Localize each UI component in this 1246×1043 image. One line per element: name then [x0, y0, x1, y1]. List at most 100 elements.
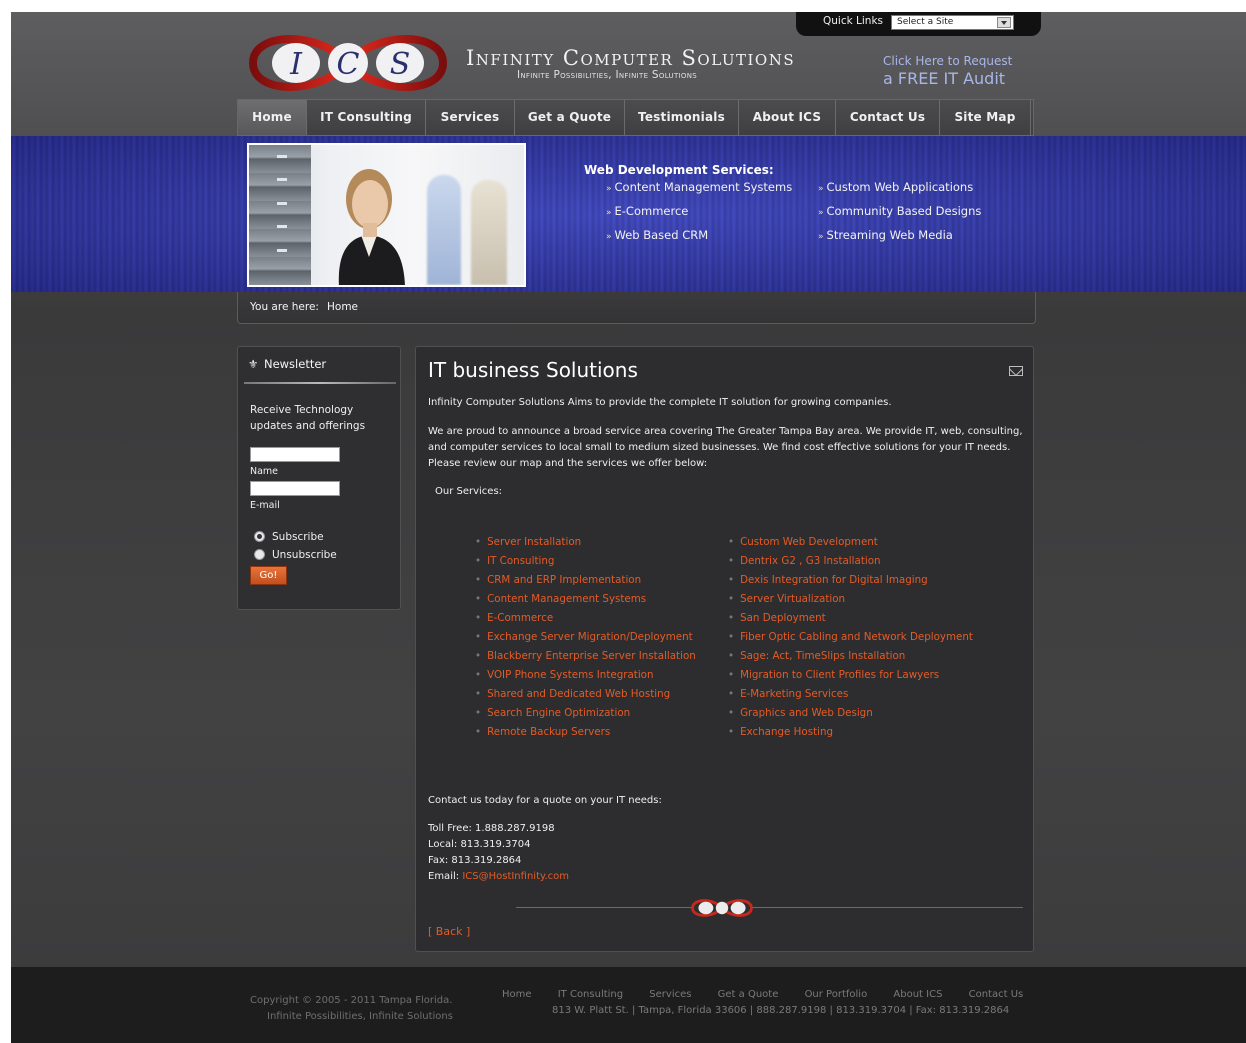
service-link[interactable]: Sage: Act, TimeSlips Installation [728, 647, 973, 666]
breadcrumb-label: You are here: [250, 301, 319, 313]
contact-intro: Contact us today for a quote on your IT … [428, 795, 662, 806]
service-link[interactable]: Server Virtualization [728, 590, 973, 609]
banner-service-item: E-Commerce [606, 200, 792, 224]
footer: Copyright © 2005 - 2011 Tampa Florida. I… [11, 967, 1246, 1043]
footer-tagline: Infinite Possibilities, Infinite Solutio… [267, 1011, 453, 1022]
banner-service-item: Streaming Web Media [818, 224, 981, 248]
nav-it-consulting[interactable]: IT Consulting [307, 100, 426, 135]
service-link[interactable]: Remote Backup Servers [475, 723, 696, 742]
subscribe-label: Subscribe [272, 531, 324, 543]
svg-text:C: C [337, 47, 360, 82]
footer-link-home[interactable]: Home [502, 989, 532, 1000]
service-link[interactable]: Graphics and Web Design [728, 704, 973, 723]
divider [244, 382, 396, 384]
web-dev-services-col-2: Custom Web Applications Community Based … [818, 176, 982, 248]
footer-link-contact-us[interactable]: Contact Us [969, 989, 1024, 1000]
services-heading: Our Services: [435, 486, 503, 497]
server-rack-image [249, 145, 311, 285]
footer-link-get-a-quote[interactable]: Get a Quote [718, 989, 779, 1000]
breadcrumb: You are here: Home [237, 292, 1036, 324]
footer-link-it-consulting[interactable]: IT Consulting [558, 989, 623, 1000]
services-list-left: Server Installation IT Consulting CRM an… [475, 533, 696, 742]
local-number: Local: 813.319.3704 [428, 839, 531, 850]
nav-testimonials[interactable]: Testimonials [625, 100, 739, 135]
banner-photo [247, 143, 526, 287]
audit-line-2: a FREE IT Audit [883, 69, 1006, 88]
newsletter-title: Newsletter [263, 357, 327, 371]
brand-title: Infinity Computer Solutions [466, 46, 796, 70]
email-icon[interactable] [1009, 366, 1023, 376]
footer-link-our-portfolio[interactable]: Our Portfolio [805, 989, 868, 1000]
service-link[interactable]: Blackberry Enterprise Server Installatio… [475, 647, 696, 666]
nav-site-map[interactable]: Site Map [940, 100, 1031, 135]
back-link[interactable]: [ Back ] [428, 925, 470, 938]
main-nav: Home IT Consulting Services Get a Quote … [237, 99, 1034, 136]
svg-text:S: S [390, 47, 411, 82]
nav-services[interactable]: Services [426, 100, 515, 135]
footer-copyright-block: Copyright © 2005 - 2011 Tampa Florida. I… [250, 993, 453, 1025]
quick-links-select-value: Select a Site [897, 17, 954, 27]
page-title: IT business Solutions [428, 358, 638, 382]
banner-service-item: Community Based Designs [818, 200, 982, 224]
email-field[interactable] [250, 481, 340, 496]
service-link[interactable]: VOIP Phone Systems Integration [475, 666, 696, 685]
nav-about-ics[interactable]: About ICS [739, 100, 836, 135]
main-content-panel: IT business Solutions Infinity Computer … [415, 346, 1034, 952]
audit-line-1: Click Here to Request [883, 54, 1013, 68]
background-person-image [471, 180, 507, 285]
service-link[interactable]: San Deployment [728, 609, 973, 628]
service-link[interactable]: Dexis Integration for Digital Imaging [728, 571, 973, 590]
name-label: Name [250, 466, 279, 477]
quick-links-select[interactable]: Select a Site [891, 15, 1014, 30]
chevron-down-icon[interactable] [997, 17, 1011, 28]
service-link[interactable]: Fiber Optic Cabling and Network Deployme… [728, 628, 973, 647]
banner-service-item: Custom Web Applications [818, 176, 981, 200]
unsubscribe-radio[interactable] [254, 549, 265, 560]
hero-banner: Web Development Services: Content Manage… [11, 136, 1246, 292]
email-line: Email: ICS@HostInfinity.com [428, 869, 569, 885]
free-audit-link[interactable]: Click Here to Request a FREE IT Audit [883, 54, 1012, 88]
background-person-image [427, 175, 461, 285]
breadcrumb-home[interactable]: Home [327, 301, 358, 313]
footer-link-about-ics[interactable]: About ICS [893, 989, 942, 1000]
service-link[interactable]: Dentrix G2 , G3 Installation [728, 552, 973, 571]
email-link[interactable]: ICS@HostInfinity.com [462, 871, 569, 882]
content-divider [516, 907, 1023, 908]
intro-paragraph: Infinity Computer Solutions Aims to prov… [428, 397, 892, 408]
newsletter-go-button[interactable]: Go! [250, 566, 287, 585]
subscribe-radio[interactable] [254, 531, 265, 542]
fax-number: Fax: 813.319.2864 [428, 855, 522, 866]
email-label: Email: [428, 871, 460, 882]
service-link[interactable]: Exchange Server Migration/Deployment [475, 628, 696, 647]
fleur-icon: ⚜ [248, 357, 259, 371]
newsletter-heading: ⚜ Newsletter [248, 357, 326, 371]
service-area-paragraph: We are proud to announce a broad service… [428, 426, 1023, 469]
footer-link-services[interactable]: Services [649, 989, 691, 1000]
service-link[interactable]: Search Engine Optimization [475, 704, 696, 723]
service-link[interactable]: Server Installation [475, 533, 696, 552]
footer-links: Home IT Consulting Services Get a Quote … [502, 989, 1046, 1000]
service-link[interactable]: Content Management Systems [475, 590, 696, 609]
web-dev-services-col-1: Content Management Systems E-Commerce We… [606, 176, 793, 248]
name-field[interactable] [250, 447, 340, 462]
unsubscribe-label: Unsubscribe [272, 549, 337, 561]
service-link[interactable]: Custom Web Development [728, 533, 973, 552]
brand-subtitle: Infinite Possibilities, Infinite Solutio… [517, 69, 698, 81]
nav-get-a-quote[interactable]: Get a Quote [515, 100, 625, 135]
service-link[interactable]: Migration to Client Profiles for Lawyers [728, 666, 973, 685]
quick-links-label: Quick Links [823, 15, 884, 27]
service-link[interactable]: Shared and Dedicated Web Hosting [475, 685, 696, 704]
service-link[interactable]: E-Marketing Services [728, 685, 973, 704]
service-link[interactable]: IT Consulting [475, 552, 696, 571]
nav-contact-us[interactable]: Contact Us [836, 100, 940, 135]
page-frame: Quick Links Select a Site I C S Infinity… [11, 12, 1246, 1043]
svg-text:I: I [289, 47, 303, 82]
service-link[interactable]: Exchange Hosting [728, 723, 973, 742]
toll-free-number: Toll Free: 1.888.287.9198 [428, 823, 555, 834]
nav-home[interactable]: Home [238, 100, 307, 135]
ics-logo[interactable]: I C S [248, 32, 448, 94]
service-link[interactable]: E-Commerce [475, 609, 696, 628]
quick-links-bar: Quick Links Select a Site [796, 12, 1041, 36]
service-link[interactable]: CRM and ERP Implementation [475, 571, 696, 590]
services-list-right: Custom Web Development Dentrix G2 , G3 I… [728, 533, 973, 742]
